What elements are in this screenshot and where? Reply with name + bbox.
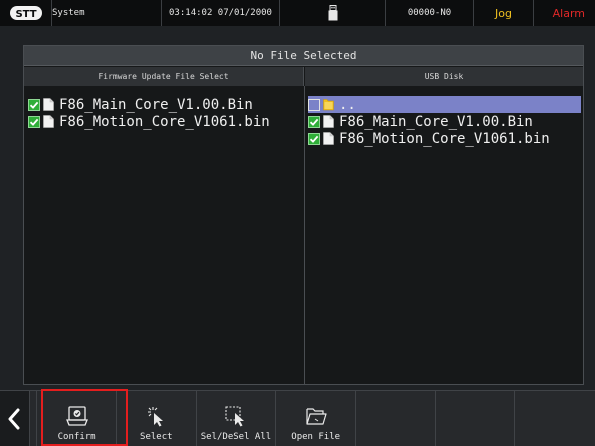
panel-title: No File Selected: [24, 46, 583, 66]
chevron-left-icon: [8, 408, 20, 430]
program-number: 00000-N0: [386, 0, 474, 26]
status-bar: STT System 03:14:02 07/01/2000 00000-N0 …: [0, 0, 595, 26]
file-select-panel: No File Selected Firmware Update File Se…: [23, 45, 584, 385]
file-icon: [43, 115, 54, 128]
toolbar-empty-slot: [515, 391, 595, 446]
file-name: F86_Motion_Core_V1061.bin: [59, 113, 270, 130]
back-button[interactable]: [0, 391, 30, 446]
firmware-list-header: Firmware Update File Select: [24, 67, 304, 86]
toolbar-empty-slot: [356, 391, 436, 446]
column-divider: [304, 86, 305, 384]
toolbar-spacer: [30, 391, 38, 446]
select-area-icon: [225, 406, 244, 427]
confirm-button[interactable]: Confirm: [37, 391, 117, 446]
folder-icon: [323, 99, 334, 111]
file-name: F86_Motion_Core_V1061.bin: [339, 130, 550, 147]
datetime-display: 03:14:02 07/01/2000: [162, 0, 280, 26]
checkbox-checked-icon[interactable]: [28, 98, 40, 111]
jog-mode-indicator: Jog: [474, 0, 534, 26]
open-file-label: Open File: [291, 432, 341, 442]
bottom-toolbar: Confirm Select Sel/DeSel All Open File: [0, 390, 595, 446]
logo: STT: [0, 0, 52, 26]
list-item-parent-folder[interactable]: ..: [308, 96, 581, 113]
file-icon: [43, 98, 54, 111]
usb-status: [280, 0, 386, 26]
checkbox-checked-icon[interactable]: [308, 115, 320, 128]
list-item[interactable]: F86_Motion_Core_V1061.bin: [28, 113, 300, 130]
mode-label: System: [52, 0, 162, 26]
checkbox-unchecked-icon[interactable]: [308, 98, 320, 111]
svg-text:STT: STT: [15, 9, 36, 20]
confirm-label: Confirm: [57, 432, 96, 442]
usb-file-list: .. F86_Main_Core_V1.00.Bin F86_Motion_Co…: [308, 96, 581, 147]
usb-drive-icon: [328, 5, 337, 21]
confirm-icon: [65, 406, 88, 426]
open-file-button[interactable]: Open File: [276, 391, 357, 446]
list-item[interactable]: F86_Motion_Core_V1061.bin: [308, 130, 581, 147]
cursor-select-icon: [148, 407, 164, 427]
file-icon: [323, 115, 334, 128]
file-icon: [323, 132, 334, 145]
file-name: F86_Main_Core_V1.00.Bin: [59, 96, 253, 113]
select-button[interactable]: Select: [117, 391, 197, 446]
firmware-file-list: F86_Main_Core_V1.00.Bin F86_Motion_Core_…: [28, 96, 300, 130]
list-item[interactable]: F86_Main_Core_V1.00.Bin: [28, 96, 300, 113]
list-item[interactable]: F86_Main_Core_V1.00.Bin: [308, 113, 581, 130]
select-label: Select: [140, 432, 173, 442]
open-folder-icon: [306, 408, 327, 425]
logo-icon: STT: [9, 6, 42, 20]
checkbox-checked-icon[interactable]: [28, 115, 40, 128]
file-name: ..: [339, 96, 356, 113]
usb-list-header: USB Disk: [305, 67, 583, 86]
toolbar-empty-slot: [436, 391, 516, 446]
select-deselect-all-label: Sel/DeSel All: [200, 432, 272, 442]
file-name: F86_Main_Core_V1.00.Bin: [339, 113, 533, 130]
select-deselect-all-button[interactable]: Sel/DeSel All: [197, 391, 277, 446]
checkbox-checked-icon[interactable]: [308, 132, 320, 145]
alarm-indicator[interactable]: Alarm: [534, 0, 595, 26]
